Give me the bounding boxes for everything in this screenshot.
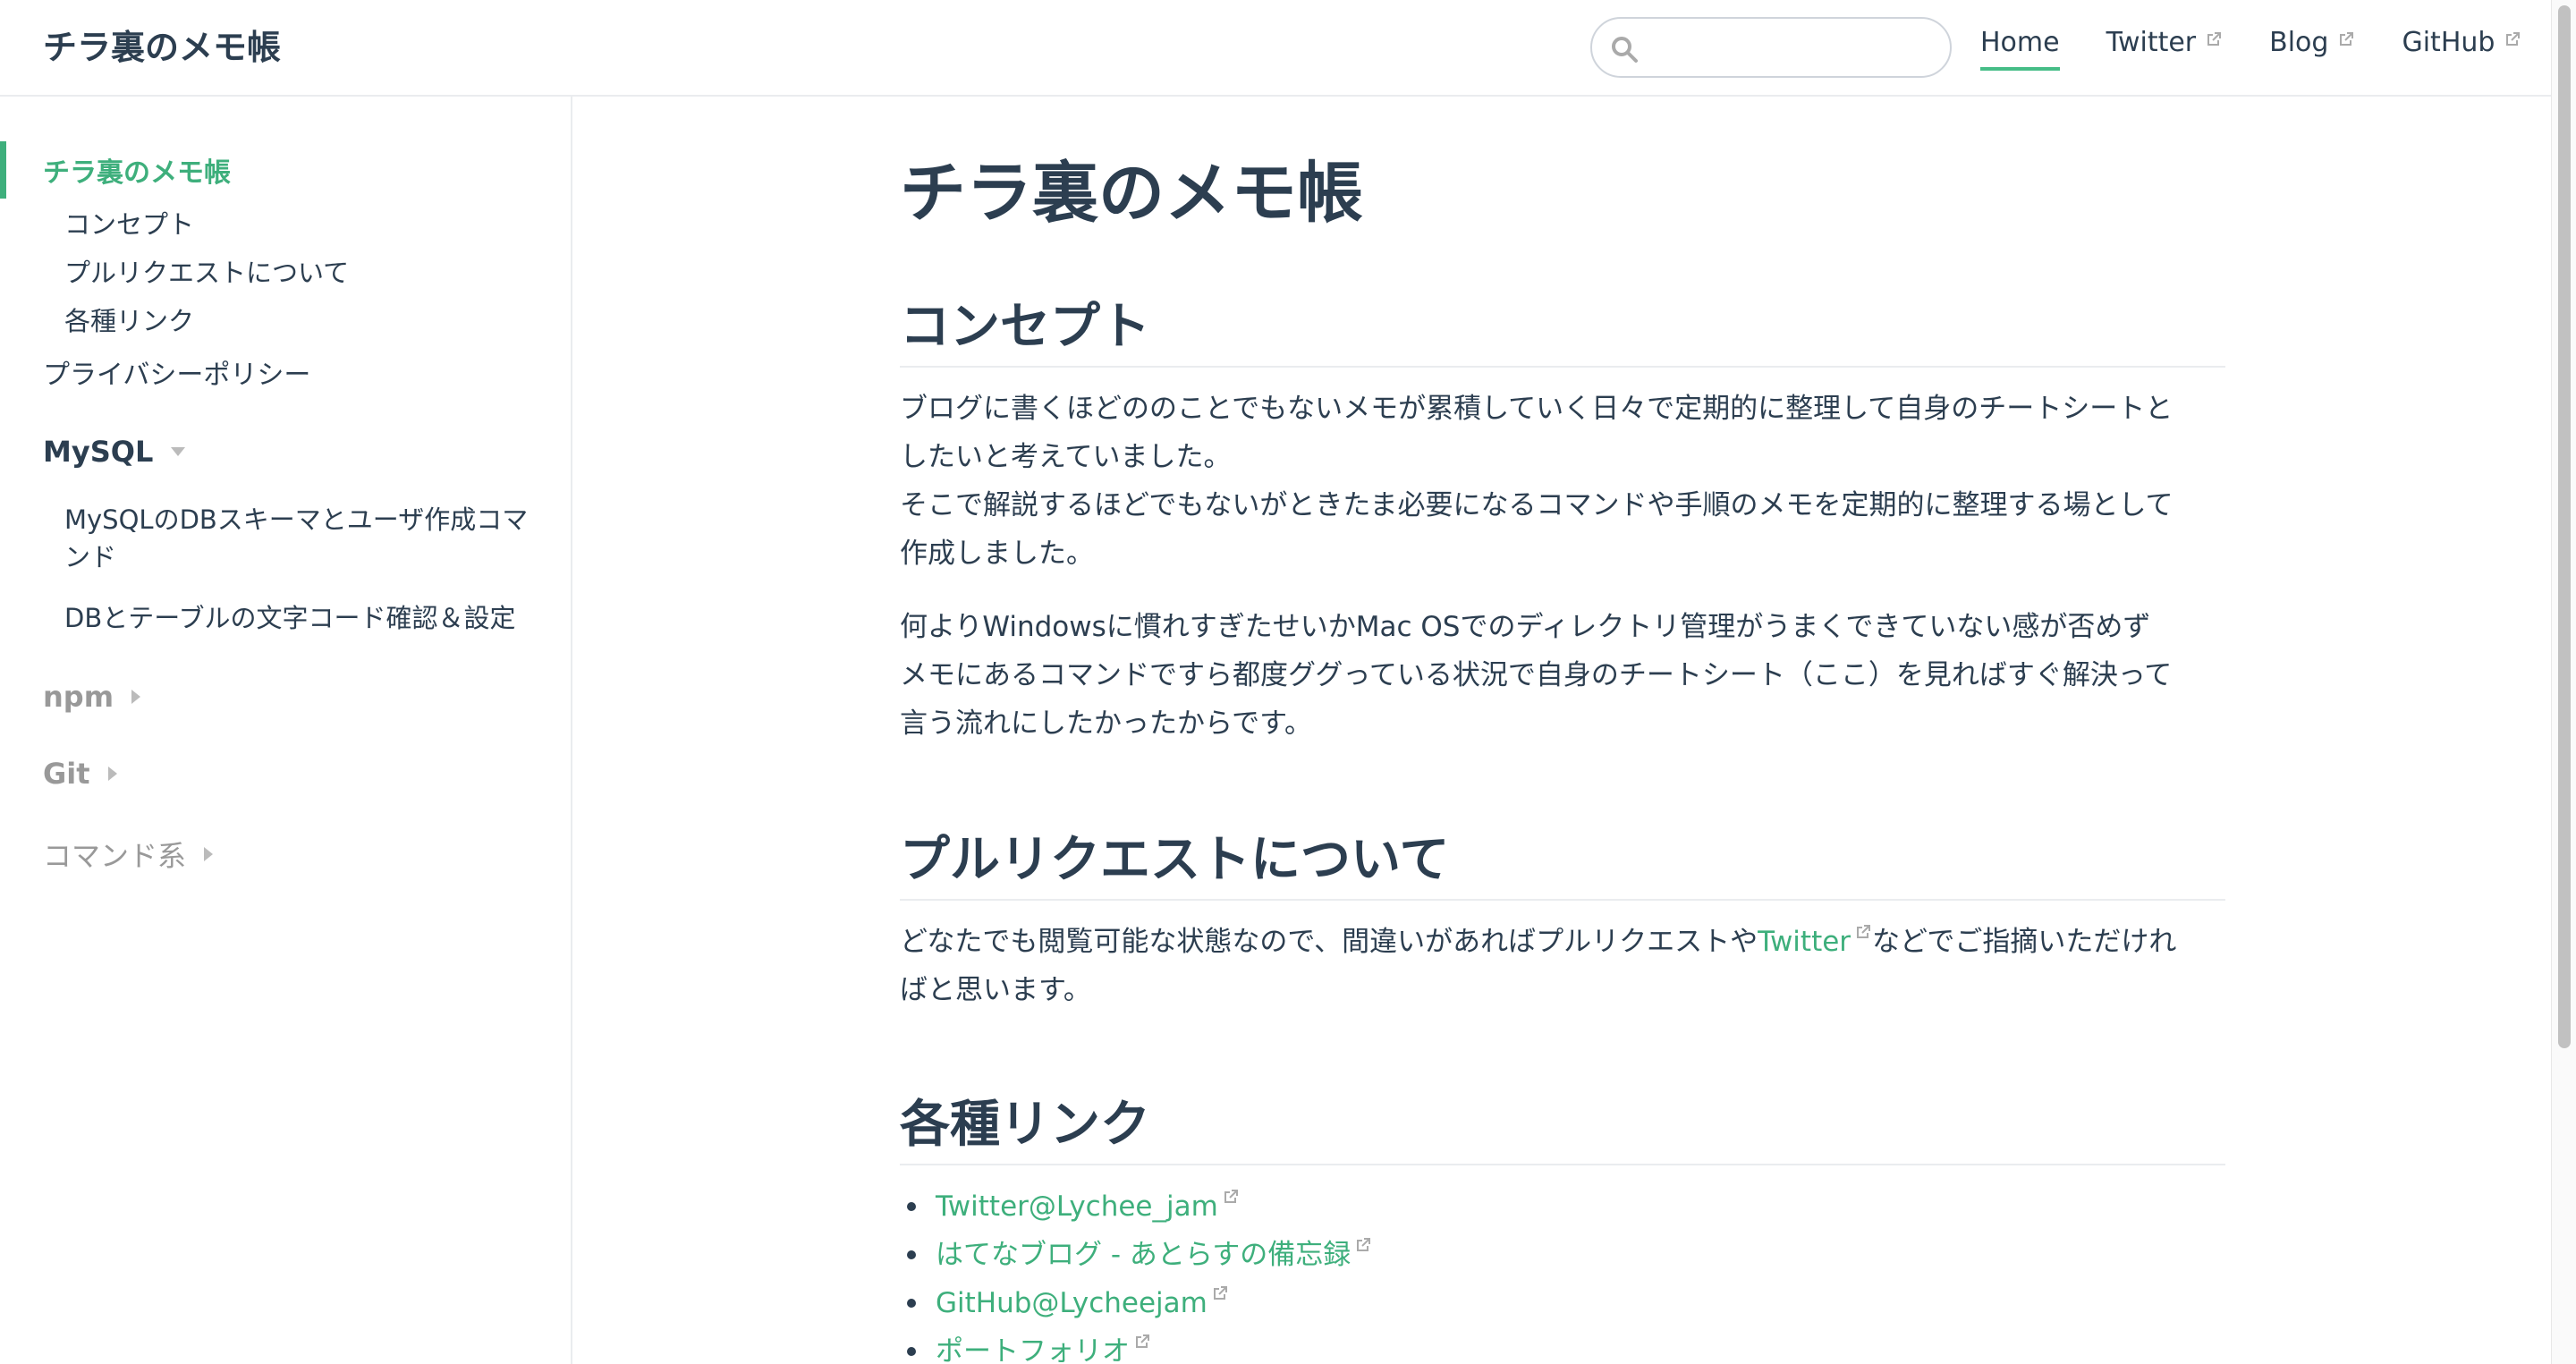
bullet-icon bbox=[907, 1299, 916, 1308]
list-item: ポートフォリオ bbox=[900, 1327, 1372, 1364]
sidebar-item-label: MySQLのDBスキーマとユーザ作成コマ bbox=[64, 504, 529, 535]
link-github-account[interactable]: GitHub@Lycheejam bbox=[936, 1279, 1208, 1327]
external-link-icon bbox=[1224, 1190, 1238, 1203]
list-item: はてなブログ - あとらすの備忘録 bbox=[900, 1231, 1372, 1279]
sidebar: チラ裏のメモ帳 コンセプト プルリクエストについて 各種リンク プライバシーポリ… bbox=[0, 97, 572, 1364]
caret-right-icon bbox=[204, 847, 214, 861]
links-list: Twitter@Lychee_jam はてなブログ - あとらすの備忘録 Git… bbox=[900, 1182, 1372, 1364]
caret-down-icon bbox=[171, 447, 186, 456]
external-link-icon bbox=[1213, 1286, 1227, 1300]
external-link-icon bbox=[2340, 32, 2354, 46]
sidebar-item-label: ンド bbox=[64, 542, 117, 572]
external-link-icon bbox=[2506, 32, 2521, 46]
site-name[interactable]: チラ裏のメモ帳 bbox=[43, 20, 281, 69]
nav-link-label: GitHub bbox=[2402, 27, 2496, 58]
sidebar-item-privacy[interactable]: プライバシーポリシー bbox=[43, 352, 310, 392]
external-link-icon bbox=[1136, 1334, 1149, 1348]
caret-right-icon bbox=[107, 767, 117, 781]
heading-pull-request: プルリクエストについて bbox=[900, 819, 2225, 901]
link-portfolio[interactable]: ポートフォリオ bbox=[936, 1327, 1130, 1364]
heading-concept: コンセプト bbox=[900, 286, 2225, 368]
nav-link-label: Twitter bbox=[2106, 27, 2197, 58]
nav-link-blog[interactable]: Blog bbox=[2269, 27, 2355, 71]
sidebar-group-title: Git bbox=[43, 757, 90, 791]
concept-paragraph-1: ブログに書くほどののことでもないメモが累積していく日々で定期的に整理して自身のチ… bbox=[900, 385, 2227, 578]
sidebar-group-title: コマンド系 bbox=[43, 839, 187, 873]
page-title: チラ裏のメモ帳 bbox=[900, 155, 1363, 232]
nav-links: Home Twitter Blog GitHub bbox=[1980, 27, 2568, 71]
nav-link-github[interactable]: GitHub bbox=[2402, 27, 2521, 71]
text-segment: どなたでも閲覧可能な状態なので、間違いがあればプルリクエストや bbox=[900, 926, 1758, 958]
nav-link-label: Blog bbox=[2269, 27, 2329, 58]
page-scrollbar[interactable] bbox=[2551, 0, 2576, 1364]
sidebar-item-mysql-charset[interactable]: DBとテーブルの文字コード確認＆設定 bbox=[64, 597, 516, 635]
text-segment: などでご指摘いただけれ bbox=[1872, 926, 2177, 958]
scrollbar-thumb[interactable] bbox=[2558, 5, 2571, 1048]
text-line: ばと思います。 bbox=[900, 974, 1091, 1006]
sidebar-group-title: MySQL bbox=[43, 435, 154, 469]
concept-paragraph-2: 何よりWindowsに慣れすぎたせいかMac OSでのディレクトリ管理がうまくで… bbox=[900, 603, 2227, 748]
sidebar-item-top[interactable]: チラ裏のメモ帳 bbox=[43, 150, 231, 190]
sidebar-group-commands[interactable]: コマンド系 bbox=[43, 834, 214, 875]
sidebar-group-npm[interactable]: npm bbox=[43, 680, 141, 714]
sidebar-item-pull-request[interactable]: プルリクエストについて bbox=[64, 252, 349, 290]
twitter-link[interactable]: Twitter bbox=[1758, 926, 1851, 958]
search-box[interactable] bbox=[1590, 17, 1952, 78]
list-item: Twitter@Lychee_jam bbox=[900, 1182, 1372, 1231]
sidebar-item-mysql-schema[interactable]: MySQLのDBスキーマとユーザ作成コマ ンド bbox=[64, 501, 528, 576]
sidebar-active-indicator bbox=[0, 141, 6, 199]
external-link-icon bbox=[1357, 1238, 1371, 1251]
nav-link-twitter[interactable]: Twitter bbox=[2106, 27, 2224, 71]
bullet-icon bbox=[907, 1202, 916, 1211]
external-link-icon bbox=[1857, 925, 1871, 938]
text-line: したいと考えていました。 bbox=[900, 441, 1232, 473]
sidebar-group-mysql[interactable]: MySQL bbox=[43, 435, 186, 469]
bullet-icon bbox=[907, 1250, 916, 1259]
sidebar-item-concept[interactable]: コンセプト bbox=[64, 204, 194, 241]
text-line: メモにあるコマンドですら都度ググっている状況で自身のチートシート（ここ）を見れば… bbox=[900, 659, 2173, 691]
sidebar-group-git[interactable]: Git bbox=[43, 757, 117, 791]
sidebar-group-title: npm bbox=[43, 680, 114, 714]
text-line: そこで解説するほどでもないがときたま必要になるコマンドや手順のメモを定期的に整理… bbox=[900, 489, 2174, 521]
nav-link-label: Home bbox=[1980, 27, 2060, 58]
list-item: GitHub@Lycheejam bbox=[900, 1279, 1372, 1327]
link-twitter-account[interactable]: Twitter@Lychee_jam bbox=[936, 1182, 1218, 1231]
text-line: ブログに書くほどののことでもないメモが累積していく日々で定期的に整理して自身のチ… bbox=[900, 393, 2174, 425]
caret-right-icon bbox=[131, 690, 141, 704]
nav-link-home[interactable]: Home bbox=[1980, 27, 2060, 71]
pull-request-paragraph: どなたでも閲覧可能な状態なので、間違いがあればプルリクエストやTwitter など… bbox=[900, 918, 2227, 1014]
search-icon bbox=[1612, 37, 1638, 63]
navbar: チラ裏のメモ帳 Home Twitter Blog GitHub bbox=[0, 0, 2551, 97]
link-hatena-blog[interactable]: はてなブログ - あとらすの備忘録 bbox=[936, 1231, 1351, 1279]
text-line: 作成しました。 bbox=[900, 538, 1094, 570]
text-line: 言う流れにしたかったからです。 bbox=[900, 707, 1312, 740]
search-input[interactable] bbox=[1649, 26, 1936, 69]
external-link-icon bbox=[2207, 32, 2222, 46]
heading-links: 各種リンク bbox=[900, 1084, 2225, 1165]
sidebar-item-links[interactable]: 各種リンク bbox=[64, 301, 194, 338]
text-line: 何よりWindowsに慣れすぎたせいかMac OSでのディレクトリ管理がうまくで… bbox=[900, 611, 2151, 643]
bullet-icon bbox=[907, 1347, 916, 1356]
